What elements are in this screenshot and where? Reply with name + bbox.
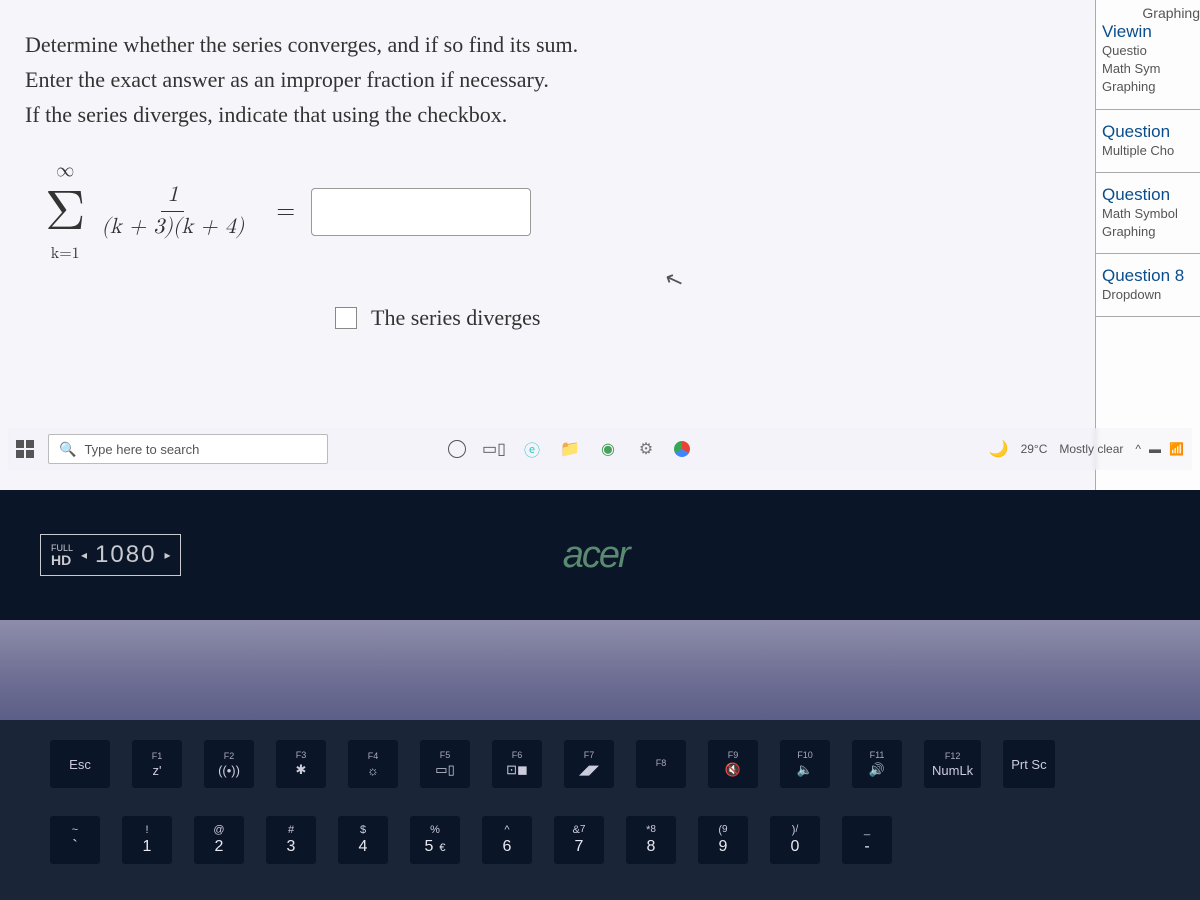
side-title: Question bbox=[1102, 122, 1194, 142]
tray-chevron-icon[interactable]: ^ bbox=[1135, 442, 1141, 456]
badge-hd: HD bbox=[51, 553, 73, 567]
side-sub: Questio bbox=[1102, 42, 1194, 60]
key-5[interactable]: %5€ bbox=[410, 816, 460, 864]
side-sub: Graphing bbox=[1102, 223, 1194, 241]
side-section-question-mc[interactable]: Question Multiple Cho bbox=[1096, 110, 1200, 173]
side-panel: Viewin Questio Math Sym Graphing Questio… bbox=[1095, 0, 1200, 490]
sigma-lower: k=1 bbox=[51, 246, 80, 262]
start-icon[interactable] bbox=[16, 440, 34, 458]
answer-input[interactable] bbox=[311, 188, 531, 236]
key-f3[interactable]: F3✱ bbox=[276, 740, 326, 788]
settings-icon[interactable]: ⚙ bbox=[636, 439, 656, 459]
weather-temp: 29°C bbox=[1021, 442, 1048, 456]
key-4[interactable]: $4 bbox=[338, 816, 388, 864]
key-f8[interactable]: F8 bbox=[636, 740, 686, 788]
key--[interactable]: _- bbox=[842, 816, 892, 864]
screen-area: Graphing Determine whether the series co… bbox=[0, 0, 1200, 490]
function-key-row: Esc F1z' F2((•)) F3✱ F4☼ F5▭▯ F6⊡◼ F7◢◤ F8 F9🔇 F10… bbox=[50, 740, 1170, 788]
question-line-3: If the series diverges, indicate that us… bbox=[25, 100, 1075, 131]
weather-text: Mostly clear bbox=[1059, 442, 1123, 456]
side-section-question-8[interactable]: Question 8 Dropdown bbox=[1096, 254, 1200, 317]
sigma-symbol: Σ ∞ k=1 bbox=[45, 184, 85, 240]
side-title: Question bbox=[1102, 185, 1194, 205]
question-text: Determine whether the series converges, … bbox=[25, 30, 1075, 130]
key-f11[interactable]: F11🔊 bbox=[852, 740, 902, 788]
sigma-upper: ∞ bbox=[56, 162, 74, 180]
acer-logo: acer bbox=[563, 534, 629, 577]
denominator: (k + 3)(k + 4) bbox=[95, 212, 250, 243]
side-section-viewing[interactable]: Viewin Questio Math Sym Graphing bbox=[1096, 10, 1200, 110]
key-f5[interactable]: F5▭▯ bbox=[420, 740, 470, 788]
key-6[interactable]: ^6 bbox=[482, 816, 532, 864]
fullhd-badge: FULL HD ◂ 1080 ▸ bbox=[40, 534, 181, 576]
sigma-block: Σ ∞ k=1 1 (k + 3)(k + 4) bbox=[45, 180, 260, 243]
side-section-question-math[interactable]: Question Math Symbol Graphing bbox=[1096, 173, 1200, 254]
side-title: Question 8 bbox=[1102, 266, 1194, 286]
equals-sign: = bbox=[276, 195, 295, 229]
key-f7[interactable]: F7◢◤ bbox=[564, 740, 614, 788]
key-prt sc[interactable]: Prt Sc bbox=[1003, 740, 1054, 788]
graphing-top-label: Graphing bbox=[1142, 4, 1200, 24]
cursor-icon: ↖ bbox=[660, 263, 688, 298]
key-7[interactable]: &77 bbox=[554, 816, 604, 864]
tray-network-icon[interactable]: 📶 bbox=[1169, 442, 1184, 456]
search-icon: 🔍 bbox=[59, 441, 76, 458]
weather-icon: 🌙 bbox=[989, 439, 1009, 459]
key-0[interactable]: )/0 bbox=[770, 816, 820, 864]
side-sub: Dropdown bbox=[1102, 286, 1194, 304]
tray-icons[interactable]: ^ ▬ 📶 bbox=[1135, 442, 1184, 456]
fraction: 1 (k + 3)(k + 4) bbox=[95, 180, 250, 243]
keyboard: Esc F1z' F2((•)) F3✱ F4☼ F5▭▯ F6⊡◼ F7◢◤ F8 F9🔇 F10… bbox=[0, 720, 1200, 900]
key-f1[interactable]: F1z' bbox=[132, 740, 182, 788]
key-esc[interactable]: Esc bbox=[50, 740, 110, 788]
question-panel: Graphing Determine whether the series co… bbox=[0, 0, 1095, 490]
laptop-bezel: FULL HD ◂ 1080 ▸ acer bbox=[0, 490, 1200, 620]
side-sub: Math Symbol bbox=[1102, 205, 1194, 223]
search-input[interactable]: 🔍 Type here to search bbox=[48, 434, 328, 464]
side-title: Viewin bbox=[1102, 22, 1194, 42]
spotify-icon[interactable]: ◉ bbox=[598, 439, 618, 459]
explorer-icon[interactable]: 📁 bbox=[560, 439, 580, 459]
key-1[interactable]: !1 bbox=[122, 816, 172, 864]
side-sub: Multiple Cho bbox=[1102, 142, 1194, 160]
diverge-row: The series diverges bbox=[335, 303, 1075, 334]
chrome-icon[interactable] bbox=[674, 441, 690, 457]
diverge-checkbox[interactable] bbox=[335, 307, 357, 329]
question-line-2: Enter the exact answer as an improper fr… bbox=[25, 65, 1075, 96]
taskview-icon[interactable]: ▭▯ bbox=[484, 439, 504, 459]
key-f6[interactable]: F6⊡◼ bbox=[492, 740, 542, 788]
number-key-row: ~` !1 @2 #3 $4 %5€ ^6&77 *88 (99 )/0 _- bbox=[50, 816, 1170, 864]
taskbar-right: 🌙 29°C Mostly clear ^ ▬ 📶 bbox=[989, 439, 1184, 459]
key-f10[interactable]: F10🔈 bbox=[780, 740, 830, 788]
key-9[interactable]: (99 bbox=[698, 816, 748, 864]
key-f2[interactable]: F2((•)) bbox=[204, 740, 254, 788]
equation-row: Σ ∞ k=1 1 (k + 3)(k + 4) = bbox=[25, 180, 1075, 243]
key-`[interactable]: ~` bbox=[50, 816, 100, 864]
side-sub: Graphing bbox=[1102, 78, 1194, 96]
side-sub: Math Sym bbox=[1102, 60, 1194, 78]
diverge-label: The series diverges bbox=[371, 303, 540, 334]
edge-icon[interactable]: ⓔ bbox=[522, 439, 542, 459]
key-8[interactable]: *88 bbox=[626, 816, 676, 864]
badge-resolution: 1080 bbox=[95, 541, 156, 569]
tray-battery-icon[interactable]: ▬ bbox=[1149, 442, 1161, 456]
cortana-icon[interactable] bbox=[448, 440, 466, 458]
search-placeholder-text: Type here to search bbox=[84, 442, 199, 457]
taskbar: 🔍 Type here to search ▭▯ ⓔ 📁 ◉ ⚙ 🌙 29°C … bbox=[8, 428, 1192, 470]
numerator: 1 bbox=[161, 180, 184, 212]
question-line-1: Determine whether the series converges, … bbox=[25, 30, 1075, 61]
key-3[interactable]: #3 bbox=[266, 816, 316, 864]
taskbar-icons: ▭▯ ⓔ 📁 ◉ ⚙ bbox=[448, 439, 690, 459]
key-f12[interactable]: F12NumLk bbox=[924, 740, 981, 788]
key-f4[interactable]: F4☼ bbox=[348, 740, 398, 788]
key-2[interactable]: @2 bbox=[194, 816, 244, 864]
key-f9[interactable]: F9🔇 bbox=[708, 740, 758, 788]
